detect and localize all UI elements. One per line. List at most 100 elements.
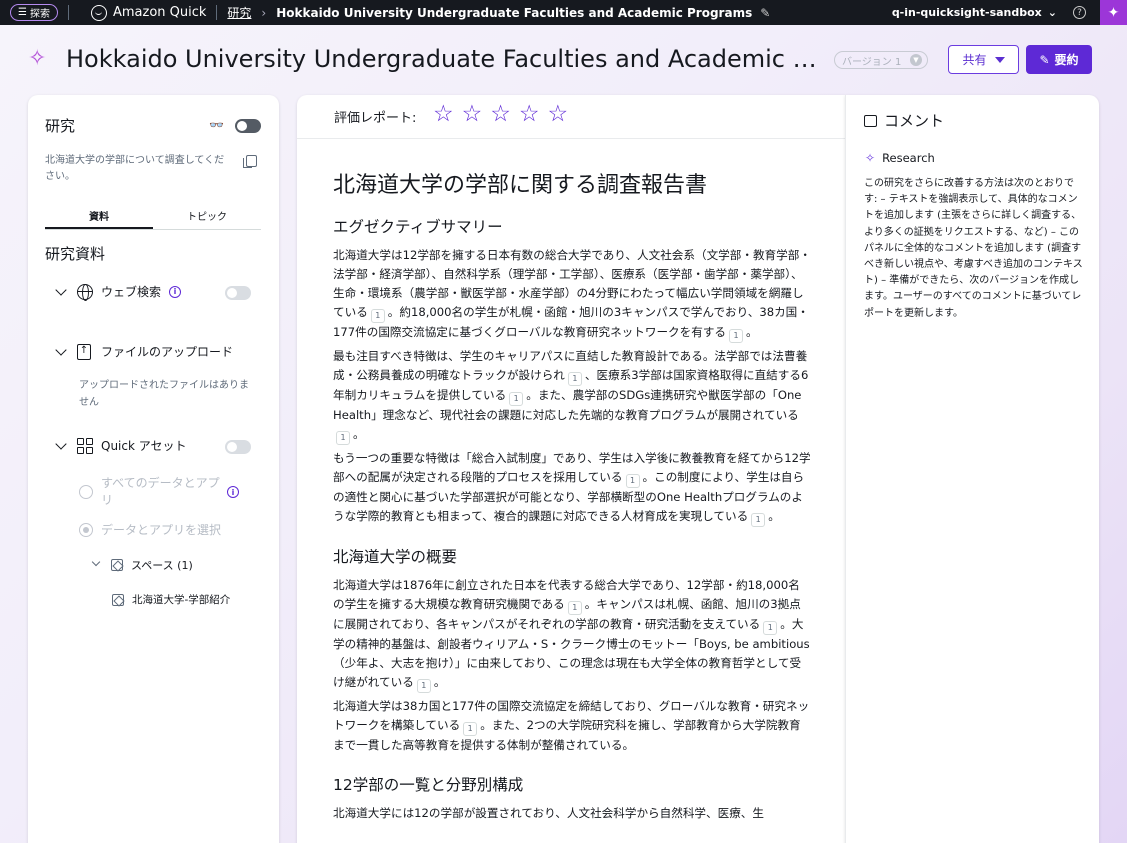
breadcrumb-research-link[interactable]: 研究: [227, 4, 251, 21]
all-data-label: すべてのデータとアプリ: [101, 476, 220, 507]
comments-panel: コメント ✧ Research この研究をさらに改善する方法は次のとおりです: …: [845, 95, 1099, 843]
paragraph-text: 。: [433, 675, 446, 689]
upload-file-icon: ↑: [77, 343, 91, 360]
citation-badge[interactable]: 1: [763, 621, 778, 635]
space-icon: [112, 593, 124, 606]
star-icon[interactable]: ☆: [548, 102, 569, 126]
version-label: バージョン 1: [842, 56, 902, 68]
info-icon[interactable]: i: [227, 486, 239, 498]
breadcrumb-current: Hokkaido University Undergraduate Facult…: [276, 5, 753, 20]
research-sparkle-icon: ✧: [28, 46, 47, 71]
comments-header: コメント: [864, 110, 944, 131]
file-upload-label: ファイルのアップロード: [101, 345, 234, 359]
citation-badge[interactable]: 1: [509, 392, 524, 406]
file-upload-row[interactable]: ↑ ファイルのアップロード: [55, 343, 233, 360]
spaces-label: スペース (1): [131, 559, 193, 572]
globe-icon: [77, 283, 93, 301]
share-button[interactable]: 共有: [948, 45, 1019, 74]
web-search-row[interactable]: ウェブ検索 i: [55, 283, 182, 301]
chevron-down-icon: ⌄: [1047, 6, 1057, 19]
copy-icon[interactable]: [243, 155, 257, 168]
star-icon[interactable]: ☆: [433, 102, 454, 126]
research-mode-toggle[interactable]: [235, 119, 261, 133]
assistant-icon[interactable]: ✦: [1100, 0, 1127, 25]
citation-badge[interactable]: 1: [416, 679, 431, 693]
divider: [67, 5, 69, 20]
explore-label: 探索: [29, 9, 50, 20]
no-files-text: アップロードされたファイルはありません: [79, 380, 249, 408]
edit-title-icon[interactable]: ✎: [760, 6, 770, 20]
chevron-down-icon[interactable]: [55, 346, 67, 358]
citation-badge[interactable]: 1: [729, 329, 744, 343]
chevron-right-icon: ›: [261, 5, 267, 20]
star-icon[interactable]: ☆: [490, 102, 511, 126]
section-heading: エグゼクティブサマリー: [333, 218, 503, 236]
star-icon[interactable]: ☆: [519, 102, 540, 126]
report-paragraph: 北海道大学は1876年に創立された日本を代表する総合大学であり、12学部・約18…: [333, 576, 811, 693]
chevron-down-icon[interactable]: [55, 286, 67, 298]
citation-badge[interactable]: 1: [567, 372, 582, 386]
report-paragraph: 北海道大学は12学部を擁する日本有数の総合大学であり、人文社会系（文学部・教育学…: [333, 246, 811, 343]
research-sparkle-icon: ✧: [865, 151, 876, 165]
report-title: 北海道大学の学部に関する調査報告書: [333, 173, 708, 198]
space-icon: [111, 559, 123, 571]
brand[interactable]: Amazon Quick: [90, 4, 207, 21]
summary-label: 要約: [1054, 53, 1079, 67]
quick-assets-toggle[interactable]: [225, 440, 251, 454]
help-icon[interactable]: ?: [1073, 6, 1086, 19]
brand-name: Amazon Quick: [112, 5, 207, 20]
report-document: 評価レポート: ☆ ☆ ☆ ☆ ☆ 北海道大学の学部に関する調査報告書 エグゼク…: [297, 95, 845, 843]
paragraph-text: 。: [768, 509, 780, 523]
caret-down-icon: [994, 56, 1005, 63]
chevron-down-icon[interactable]: [55, 440, 67, 452]
citation-badge[interactable]: 1: [370, 309, 385, 323]
citation-badge[interactable]: 1: [336, 431, 350, 445]
research-panel: 研究 👓 北海道大学の学部について調査してください。 資料 トピック 研究資料 …: [28, 95, 279, 843]
research-prompt: 北海道大学の学部について調査してください。: [45, 155, 225, 182]
web-search-label: ウェブ検索: [101, 285, 162, 299]
share-label: 共有: [962, 53, 987, 67]
web-search-toggle[interactable]: [225, 286, 251, 300]
explore-button[interactable]: ☰ 探索: [10, 4, 58, 21]
comment-author-name: Research: [882, 151, 935, 165]
star-icon[interactable]: ☆: [462, 102, 483, 126]
quick-assets-label: Quick アセット: [101, 439, 187, 453]
divider: [216, 5, 218, 20]
comment-author: ✧ Research: [865, 151, 935, 165]
summary-button[interactable]: ✎ 要約: [1026, 45, 1092, 74]
info-icon[interactable]: i: [169, 285, 182, 298]
select-data-label: データとアプリを選択: [101, 523, 222, 537]
version-select[interactable]: バージョン 1 ▼: [834, 51, 928, 69]
space-item-label: 北海道大学-学部紹介: [132, 594, 231, 606]
sources-heading: 研究資料: [45, 245, 106, 263]
tab-sources[interactable]: 資料: [45, 202, 153, 229]
radio-select-data[interactable]: [79, 522, 93, 537]
report-paragraph: 北海道大学には12の学部が設置されており、人文社会科学から自然科学、医療、生: [333, 804, 811, 823]
tab-topics[interactable]: トピック: [153, 202, 261, 229]
radio-all-data[interactable]: [79, 485, 93, 499]
report-paragraph: もう一つの重要な特徴は「総合入試制度」であり、学生は入学後に教養教育を経てから1…: [333, 449, 811, 527]
account-name: q-in-quicksight-sandbox: [891, 6, 1042, 19]
grid-icon: [77, 437, 93, 454]
chevron-down-icon[interactable]: [91, 559, 103, 571]
citation-badge[interactable]: 1: [751, 513, 766, 527]
section-heading: 12学部の一覧と分野別構成: [333, 776, 524, 794]
amazon-quick-logo-icon: [90, 4, 107, 21]
wand-icon: ✎: [1039, 52, 1050, 67]
top-bar: ☰ 探索 Amazon Quick 研究 › Hokkaido Universi…: [0, 0, 1127, 25]
citation-badge[interactable]: 1: [567, 601, 582, 615]
citation-badge[interactable]: 1: [625, 474, 640, 488]
select-data-option[interactable]: データとアプリを選択: [79, 521, 221, 538]
quick-assets-row[interactable]: Quick アセット: [55, 437, 187, 454]
section-heading: 北海道大学の概要: [333, 548, 458, 566]
rating-label: 評価レポート:: [334, 111, 417, 126]
paragraph-text: 。: [746, 325, 758, 339]
account-menu[interactable]: q-in-quicksight-sandbox ⌄: [892, 6, 1057, 19]
all-data-option[interactable]: すべてのデータとアプリ i: [79, 475, 249, 509]
comment-body: この研究をさらに改善する方法は次のとおりです: – テキストを強調表示して、具体…: [864, 178, 1083, 319]
citation-badge[interactable]: 1: [463, 722, 478, 736]
spaces-row[interactable]: スペース (1): [91, 557, 193, 573]
paragraph-text: 北海道大学には12の学部が設置されており、人文社会科学から自然科学、医療、生: [333, 806, 764, 820]
space-item[interactable]: 北海道大学-学部紹介: [112, 592, 230, 607]
